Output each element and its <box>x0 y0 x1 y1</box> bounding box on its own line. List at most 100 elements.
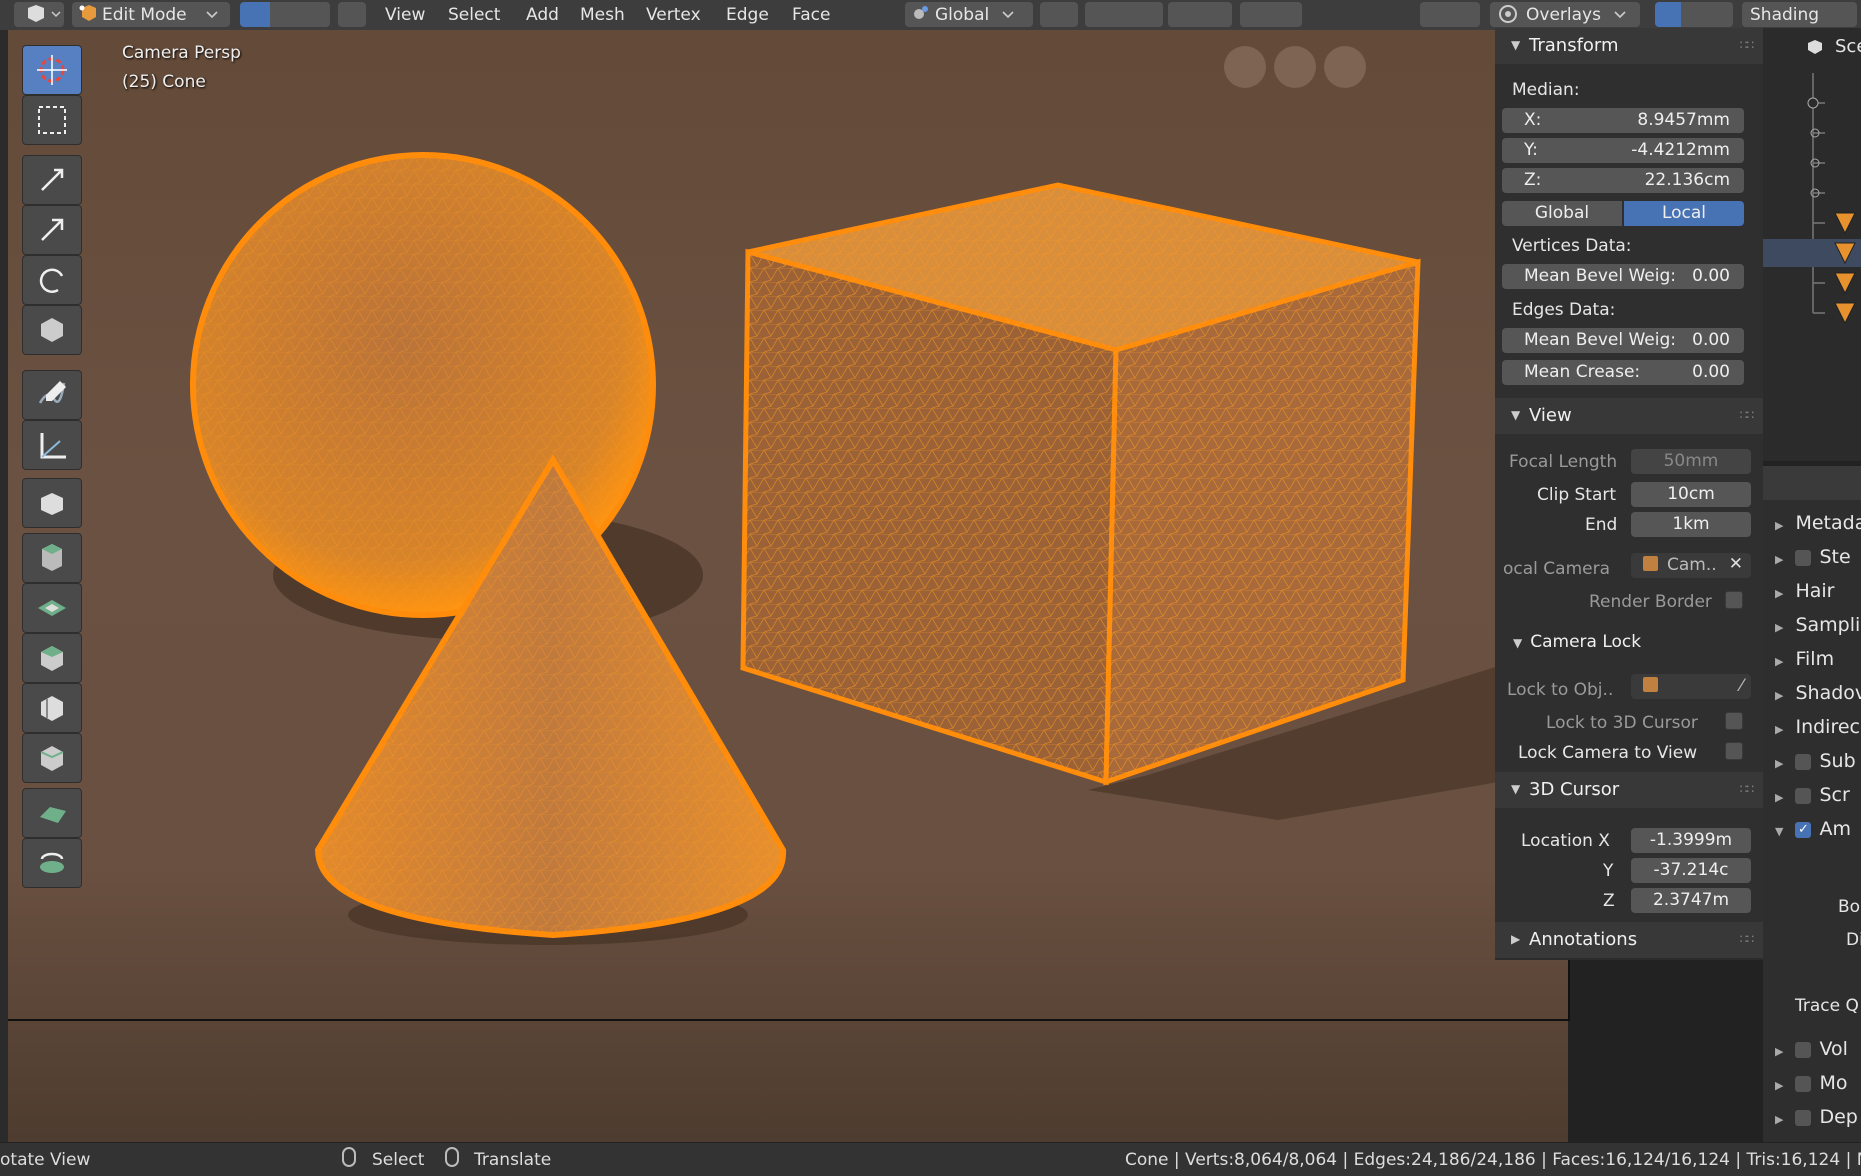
inset-tool[interactable] <box>22 583 82 633</box>
prop-row-indirect[interactable]: ▶ Indirec <box>1775 716 1860 738</box>
cursor-location-x-field[interactable]: -1.3999m <box>1631 828 1751 853</box>
measure-tool[interactable] <box>22 420 82 470</box>
mode-dropdown[interactable]: Edit Mode <box>72 2 230 27</box>
shading-mode-buttons <box>1655 2 1735 27</box>
checkbox[interactable] <box>1795 1075 1812 1092</box>
solid-shading-icon[interactable] <box>1655 2 1681 27</box>
clip-end-field[interactable]: 1km <box>1631 512 1751 537</box>
annotate-line-tool[interactable] <box>22 370 82 420</box>
extrude-tool[interactable] <box>22 533 82 583</box>
prop-row-subsurface[interactable]: ▶ Sub <box>1775 750 1856 772</box>
rotate-tool[interactable] <box>22 255 82 305</box>
checkbox[interactable] <box>1795 1041 1812 1058</box>
menu-select[interactable]: Select <box>448 2 500 27</box>
prop-row-screen-space[interactable]: ▶ Scr <box>1775 784 1850 806</box>
menu-label: View <box>385 4 426 25</box>
shading-dropdown[interactable]: Shading <box>1742 2 1857 27</box>
view-panel-header[interactable]: ▼ View ∷∷ <box>1495 398 1763 434</box>
checked-checkbox-icon[interactable]: ✓ <box>1795 821 1812 838</box>
show-gizmo-icon[interactable] <box>1420 2 1480 27</box>
cursor-location-y-field[interactable]: -37.214c <box>1631 858 1751 883</box>
menu-view[interactable]: View <box>385 2 425 27</box>
prop-row-depth-of-field[interactable]: ▶ Dep <box>1775 1106 1858 1128</box>
lock-camera-to-view-checkbox[interactable] <box>1725 742 1743 760</box>
local-camera-field[interactable]: Cam.. ✕ <box>1631 553 1751 578</box>
loop-cut-tool[interactable] <box>22 683 82 733</box>
bevel-tool[interactable] <box>22 633 82 683</box>
menu-add[interactable]: Add <box>526 2 559 27</box>
material-shading-icon[interactable] <box>1681 2 1707 27</box>
prop-row-volumetrics[interactable]: ▶ Vol <box>1775 1038 1848 1060</box>
camera-view-icon[interactable] <box>1224 46 1266 88</box>
shading-label: Shading <box>1750 4 1820 25</box>
prop-row-film[interactable]: ▶ Film <box>1775 648 1834 670</box>
clip-start-field[interactable]: 10cm <box>1631 482 1751 507</box>
local-toggle[interactable]: Local <box>1624 201 1744 226</box>
rendered-shading-icon[interactable] <box>1707 2 1733 27</box>
edge-bevel-weight-field[interactable]: Mean Bevel Weig: 0.00 <box>1502 328 1744 353</box>
xray-icon[interactable] <box>338 2 366 27</box>
prop-row-stereo[interactable]: ▶ Ste <box>1775 546 1851 568</box>
drag-grip-icon[interactable]: ∷∷ <box>1740 782 1754 796</box>
drag-grip-icon[interactable]: ∷∷ <box>1740 38 1754 52</box>
transform-panel-header[interactable]: ▼ Transform ∷∷ <box>1495 28 1763 64</box>
checkbox[interactable] <box>1795 1109 1812 1126</box>
prop-row-shadows[interactable]: ▶ Shadov <box>1775 682 1861 704</box>
checkbox[interactable] <box>1795 787 1812 804</box>
lock-to-cursor-checkbox[interactable] <box>1725 712 1743 730</box>
ortho-toggle-icon[interactable] <box>1324 46 1366 88</box>
prop-row-sampling[interactable]: ▶ Sampli <box>1775 614 1860 636</box>
checkbox[interactable] <box>1795 549 1812 566</box>
drag-grip-icon[interactable]: ∷∷ <box>1740 408 1754 422</box>
prop-row-motion-blur[interactable]: ▶ Mo <box>1775 1072 1848 1094</box>
prop-row-hair[interactable]: ▶ Hair <box>1775 580 1835 602</box>
render-border-checkbox[interactable] <box>1725 591 1743 609</box>
clear-icon[interactable]: ✕ <box>1729 554 1743 574</box>
snap-icon[interactable] <box>1085 2 1163 27</box>
add-cube-tool[interactable] <box>22 478 82 528</box>
annotations-panel-header[interactable]: ▶ Annotations ∷∷ <box>1495 922 1763 958</box>
eyedropper-icon[interactable]: ⁄ <box>1740 676 1743 696</box>
prop-row-metadata[interactable]: ▶ Metada <box>1775 512 1861 534</box>
median-x-field[interactable]: X: 8.9457mm <box>1502 108 1744 133</box>
edge-select-icon[interactable] <box>270 2 300 27</box>
median-y-field[interactable]: Y: -4.4212mm <box>1502 138 1744 163</box>
cursor-location-z-field[interactable]: 2.3747m <box>1631 888 1751 913</box>
mean-crease-field[interactable]: Mean Crease: 0.00 <box>1502 360 1744 385</box>
lock-to-object-field[interactable]: ⁄ <box>1631 674 1751 699</box>
menu-face[interactable]: Face <box>792 2 830 27</box>
drag-grip-icon[interactable]: ∷∷ <box>1740 932 1754 946</box>
editor-type-dropdown[interactable] <box>14 2 64 27</box>
move-tool[interactable] <box>22 205 82 255</box>
outliner: Sce <box>1763 28 1861 461</box>
collapsed-triangle-icon: ▶ <box>1775 1045 1784 1058</box>
collapsed-triangle-icon: ▶ <box>1775 723 1784 736</box>
gizmo-icon[interactable] <box>1240 2 1302 27</box>
scale-tool[interactable] <box>22 305 82 355</box>
poly-build-tool[interactable] <box>22 788 82 838</box>
pivot-icon[interactable] <box>1040 2 1078 27</box>
menu-vertex[interactable]: Vertex <box>646 2 701 27</box>
median-z-field[interactable]: Z: 22.136cm <box>1502 168 1744 193</box>
vertex-bevel-weight-field[interactable]: Mean Bevel Weig: 0.00 <box>1502 264 1744 289</box>
3d-viewport[interactable]: Camera Persp (25) Cone <box>8 30 1568 1142</box>
checkbox[interactable] <box>1795 753 1812 770</box>
vertex-select-icon[interactable] <box>240 2 270 27</box>
pan-view-icon[interactable] <box>1274 46 1316 88</box>
focal-length-field[interactable]: 50mm <box>1631 449 1751 474</box>
prop-row-ambient[interactable]: ▼ ✓ Am <box>1775 818 1851 840</box>
menu-edge[interactable]: Edge <box>726 2 769 27</box>
cursor-panel-header[interactable]: ▼ 3D Cursor ∷∷ <box>1495 772 1763 808</box>
proportional-edit-icon[interactable] <box>1168 2 1232 27</box>
select-box-tool[interactable] <box>22 95 82 145</box>
knife-tool[interactable] <box>22 733 82 783</box>
menu-mesh[interactable]: Mesh <box>580 2 625 27</box>
annotate-tool[interactable] <box>22 155 82 205</box>
camera-lock-subheader[interactable]: ▼ Camera Lock <box>1513 632 1641 652</box>
overlays-dropdown[interactable]: Overlays <box>1490 2 1640 27</box>
cursor-tool[interactable] <box>22 45 82 95</box>
face-select-icon[interactable] <box>300 2 330 27</box>
orientation-dropdown[interactable]: Global <box>905 2 1033 27</box>
global-toggle[interactable]: Global <box>1502 201 1622 226</box>
spin-tool[interactable] <box>22 838 82 888</box>
